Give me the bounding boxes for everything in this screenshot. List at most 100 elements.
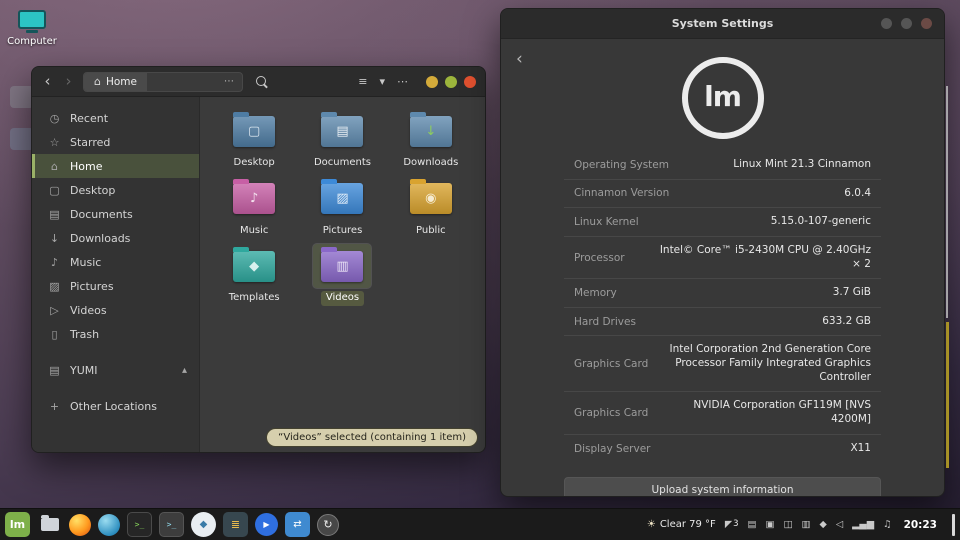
upload-system-information-button[interactable]: Upload system information <box>564 477 881 497</box>
screenshot-icon[interactable]: ▣ <box>766 520 775 530</box>
info-row-display-server: Display ServerX11 <box>564 434 881 463</box>
folder-item-music[interactable]: ♪ Music <box>210 177 298 239</box>
folder-label: Public <box>411 224 451 239</box>
trash-icon: ▯ <box>48 328 61 341</box>
drive-icon: ▤ <box>48 364 61 377</box>
download-emblem-icon: ↓ <box>425 125 436 138</box>
plus-icon: + <box>48 400 61 413</box>
minimize-button[interactable] <box>881 18 892 29</box>
maximize-button[interactable] <box>901 18 912 29</box>
sidebar-item-downloads[interactable]: ↓Downloads <box>32 226 199 250</box>
file-manager-toolbar: ‹ › ⌂ Home ⋯ ≡ ▾ ⋯ <box>32 67 485 97</box>
folder-item-documents[interactable]: ▤ Documents <box>298 109 386 171</box>
sidebar-item-home[interactable]: ⌂Home <box>32 154 199 178</box>
minimize-button[interactable] <box>426 76 438 88</box>
taskbar-app-terminal[interactable]: >_ <box>127 512 152 537</box>
sidebar-item-other-locations[interactable]: +Other Locations <box>32 394 199 418</box>
taskbar-app-file-manager[interactable] <box>37 512 62 537</box>
sidebar-item-videos[interactable]: ▷Videos <box>32 298 199 322</box>
window-controls <box>881 18 932 29</box>
pointer-indicator[interactable]: ◤3 <box>725 520 739 530</box>
taskbar-app-layers[interactable]: ≣ <box>223 512 248 537</box>
info-value: 3.7 GiB <box>833 286 871 300</box>
close-button[interactable] <box>464 76 476 88</box>
taskbar-app-warpinator[interactable]: ⇄ <box>285 512 310 537</box>
forward-button[interactable]: › <box>62 74 75 89</box>
info-label: Memory <box>574 287 617 299</box>
close-button[interactable] <box>921 18 932 29</box>
system-info-table: Operating SystemLinux Mint 21.3 Cinnamon… <box>564 151 881 462</box>
sidebar-item-documents[interactable]: ▤Documents <box>32 202 199 226</box>
clock[interactable]: 20:23 <box>904 519 937 531</box>
folder-item-videos[interactable]: ▥ Videos <box>298 244 386 306</box>
breadcrumb-more-button[interactable]: ⋯ <box>216 76 242 87</box>
taskbar-panel: lm >_ >_ ◆ ≣ ▶ ⇄ ↻ ☀ Clear 79 °F ◤3 ▤ ▣ … <box>0 508 960 540</box>
document-emblem-icon: ▤ <box>336 125 348 138</box>
show-desktop-button[interactable] <box>952 514 955 536</box>
workspace-icon[interactable]: ◫ <box>784 520 793 530</box>
update-icon[interactable]: ◆ <box>819 520 826 530</box>
console-icon: >_ <box>167 520 177 529</box>
settings-titlebar: System Settings <box>501 9 944 39</box>
taskbar-app-console[interactable]: >_ <box>159 512 184 537</box>
folder-item-desktop[interactable]: ▢ Desktop <box>210 109 298 171</box>
breadcrumb-segment-home[interactable]: ⌂ Home <box>84 73 147 91</box>
search-button[interactable] <box>251 72 273 92</box>
sidebar-item-desktop[interactable]: ▢Desktop <box>32 178 199 202</box>
info-label: Hard Drives <box>574 316 636 328</box>
info-value: 5.15.0-107-generic <box>771 215 871 229</box>
sidebar-item-pictures[interactable]: ▨Pictures <box>32 274 199 298</box>
back-button[interactable]: ‹ <box>41 74 54 89</box>
wallpaper-white-bar <box>946 86 948 318</box>
maximize-button[interactable] <box>445 76 457 88</box>
folder-item-public[interactable]: ◉ Public <box>387 177 475 239</box>
media-icon[interactable]: ♫ <box>883 520 892 530</box>
taskbar-app-software-manager[interactable]: ◆ <box>191 512 216 537</box>
sidebar-item-recent[interactable]: ◷Recent <box>32 106 199 130</box>
back-button[interactable]: ‹ <box>516 51 523 68</box>
logo-text: lm <box>704 80 741 113</box>
breadcrumb-label: Home <box>106 76 137 88</box>
window-title: System Settings <box>672 17 774 30</box>
volume-icon[interactable]: ◁ <box>836 520 843 530</box>
sidebar-item-label: Recent <box>70 112 108 125</box>
desktop-icon-computer[interactable]: Computer <box>5 10 59 47</box>
linux-mint-logo: lm <box>682 57 764 139</box>
breadcrumb[interactable]: ⌂ Home ⋯ <box>83 72 243 92</box>
home-icon: ⌂ <box>48 160 61 173</box>
info-row-memory: Memory 3.7 GiB <box>564 278 881 307</box>
weather-applet[interactable]: ☀ Clear 79 °F <box>647 519 716 530</box>
sidebar-item-yumi-drive[interactable]: ▤YUMI▴ <box>32 358 199 382</box>
taskbar-app-media-player[interactable]: ▶ <box>255 513 278 536</box>
eject-icon[interactable]: ▴ <box>182 365 187 376</box>
taskbar-app-firefox[interactable] <box>69 514 91 536</box>
desktop-icon: ▢ <box>48 184 61 197</box>
removable-drive-icon[interactable]: ▤ <box>748 520 757 530</box>
play-icon: ▶ <box>263 520 269 529</box>
network-icon[interactable]: ▂▄▆ <box>852 520 874 530</box>
printer-icon[interactable]: ▥ <box>802 520 811 530</box>
sidebar-item-label: Documents <box>70 208 133 221</box>
download-icon: ↓ <box>48 232 61 245</box>
view-list-icon[interactable]: ≡ <box>356 75 369 88</box>
folder-label: Music <box>235 224 273 239</box>
computer-icon-stand <box>26 30 38 33</box>
info-value: X11 <box>850 442 871 456</box>
info-value: Intel© Core™ i5-2430M CPU @ 2.40GHz × 2 <box>659 244 871 271</box>
folder-label: Templates <box>224 291 285 306</box>
folder-item-pictures[interactable]: ▨ Pictures <box>298 177 386 239</box>
folder-item-downloads[interactable]: ↓ Downloads <box>387 109 475 171</box>
sidebar-item-starred[interactable]: ☆Starred <box>32 130 199 154</box>
info-row-operating-system: Operating SystemLinux Mint 21.3 Cinnamon <box>564 151 881 179</box>
pointer-badge: 3 <box>733 520 738 529</box>
folder-icon: ◉ <box>410 183 452 214</box>
menu-button[interactable]: ⋯ <box>395 75 410 88</box>
taskbar-app-timeshift[interactable]: ↻ <box>317 514 339 536</box>
taskbar-app-mint-menu[interactable]: lm <box>5 512 30 537</box>
sidebar-item-music[interactable]: ♪Music <box>32 250 199 274</box>
sidebar-item-trash[interactable]: ▯Trash <box>32 322 199 346</box>
taskbar-app-web-browser[interactable] <box>98 514 120 536</box>
music-icon: ♪ <box>48 256 61 269</box>
folder-item-templates[interactable]: ◆ Templates <box>210 244 298 306</box>
view-dropdown-icon[interactable]: ▾ <box>377 75 387 88</box>
